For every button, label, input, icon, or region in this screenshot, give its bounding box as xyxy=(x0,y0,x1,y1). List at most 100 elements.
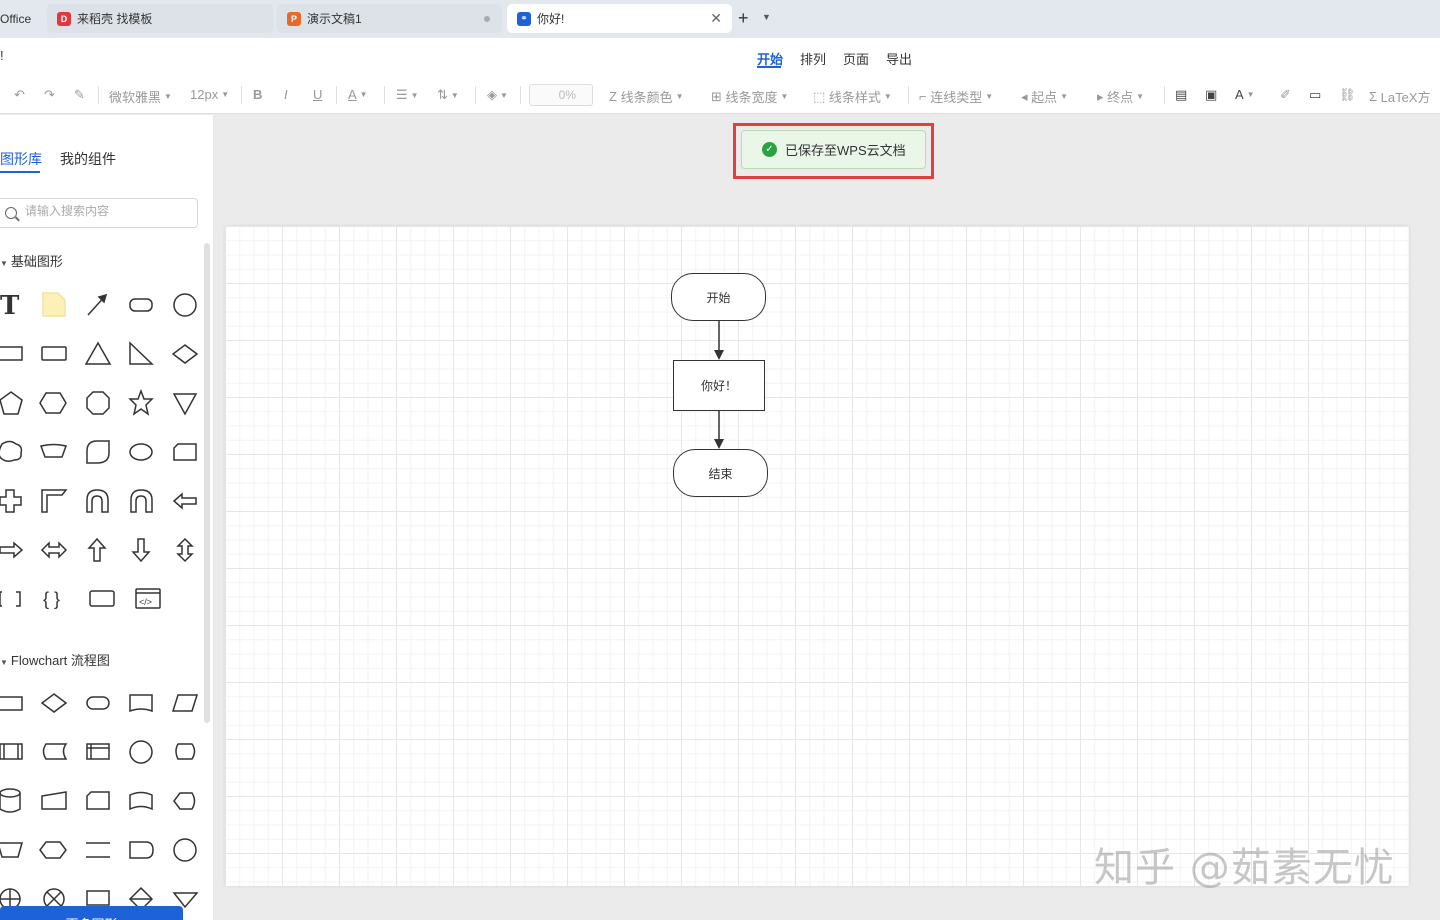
card-shape-icon[interactable] xyxy=(40,443,67,458)
code-block-shape-icon[interactable]: </> xyxy=(135,588,161,609)
rect-outline-shape-icon[interactable] xyxy=(89,590,115,607)
line-color-button[interactable]: Z 线条颜色 ▼ xyxy=(609,87,684,106)
tab-flowchart[interactable]: ⚭ 你好! ✕ xyxy=(507,4,732,33)
end-point-button[interactable]: ▸ 终点 ▼ xyxy=(1097,87,1144,106)
fc-process-icon[interactable] xyxy=(0,696,23,711)
fc-manual-operation-icon[interactable] xyxy=(0,842,23,858)
fc-tape-icon[interactable] xyxy=(129,791,153,811)
fc-off-page-icon[interactable] xyxy=(86,890,110,906)
fc-document-icon[interactable] xyxy=(129,694,153,713)
hexagon-shape-icon[interactable] xyxy=(39,392,67,414)
menu-page[interactable]: 页面 xyxy=(843,49,869,68)
fc-preparation-icon[interactable] xyxy=(39,841,67,859)
u-turn-shape-icon-2[interactable] xyxy=(130,489,153,513)
text-style-icon[interactable]: A ▼ xyxy=(1235,87,1255,102)
circle-shape-icon[interactable] xyxy=(173,293,197,317)
fc-database-icon[interactable] xyxy=(0,788,21,813)
line-style-button[interactable]: ⬚ 线条样式 ▼ xyxy=(813,87,892,106)
fc-manual-input-icon[interactable] xyxy=(41,791,67,810)
italic-icon[interactable]: I xyxy=(284,87,288,102)
tab-presentation[interactable]: P 演示文稿1 xyxy=(277,4,502,33)
fc-terminal-icon[interactable] xyxy=(86,696,110,710)
arrow-updown-shape-icon[interactable] xyxy=(176,537,194,563)
bold-icon[interactable]: B xyxy=(253,87,262,102)
cross-shape-icon[interactable] xyxy=(0,489,22,513)
menu-arrange[interactable]: 排列 xyxy=(800,49,826,68)
start-point-button[interactable]: ◂ 起点 ▼ xyxy=(1021,87,1068,106)
chevron-down-icon[interactable]: ▼ xyxy=(762,12,771,22)
font-color-button[interactable]: A ▼ xyxy=(348,87,368,102)
diamond-shape-icon[interactable] xyxy=(171,344,199,364)
flow-node-end[interactable]: 结束 xyxy=(673,449,768,497)
fill-color-icon[interactable]: ◈ ▼ xyxy=(487,87,508,103)
format-painter-icon[interactable]: ✎ xyxy=(74,87,85,103)
close-icon[interactable]: ✕ xyxy=(710,10,722,27)
star-shape-icon[interactable] xyxy=(128,388,154,416)
heptagon-shape-icon[interactable] xyxy=(86,391,110,415)
fc-internal-storage-icon[interactable] xyxy=(86,743,110,760)
connector-type-button[interactable]: ⌐ 连线类型 ▼ xyxy=(919,87,993,106)
fc-parallel-icon[interactable] xyxy=(86,842,110,858)
new-tab-icon[interactable]: + xyxy=(738,8,749,29)
menu-export[interactable]: 导出 xyxy=(886,49,912,68)
u-turn-shape-icon[interactable] xyxy=(86,489,109,513)
layout-icon[interactable]: ▤ xyxy=(1175,87,1187,103)
fc-connector-icon[interactable] xyxy=(129,740,153,764)
font-size-select[interactable]: 12px ▼ xyxy=(190,87,229,102)
link-icon[interactable]: ⛓ xyxy=(1339,87,1356,103)
fc-card-icon[interactable] xyxy=(86,791,110,810)
arrow-both-shape-icon[interactable] xyxy=(40,541,68,559)
right-triangle-shape-icon[interactable] xyxy=(129,341,154,365)
tab-office[interactable]: Office xyxy=(0,4,40,33)
font-family-select[interactable]: 微软雅黑 ▼ xyxy=(109,87,172,106)
funnel-shape-icon[interactable] xyxy=(172,393,198,416)
text-shape-icon[interactable]: T xyxy=(0,291,20,321)
arrow-right-shape-icon[interactable] xyxy=(0,541,24,559)
fc-decision-icon[interactable] xyxy=(40,693,68,713)
rounded-square-shape-icon[interactable] xyxy=(86,440,110,464)
diagram-canvas[interactable]: 开始 你好！ 结束 xyxy=(225,226,1409,886)
fc-display-icon[interactable] xyxy=(173,792,196,810)
bracket-shape-icon[interactable] xyxy=(0,591,21,607)
more-shapes-button[interactable]: 更多图形 xyxy=(0,906,183,920)
undo-icon[interactable]: ↶ xyxy=(14,87,25,103)
arrow-left-shape-icon[interactable] xyxy=(172,492,197,510)
fc-merge-icon[interactable] xyxy=(172,892,199,909)
fc-circle-icon[interactable] xyxy=(173,838,197,862)
align-icon[interactable]: ☰ ▼ xyxy=(396,87,419,103)
flow-node-process[interactable]: 你好！ xyxy=(673,360,765,411)
line-spacing-icon[interactable]: ⇅ ▼ xyxy=(437,87,459,103)
latex-button[interactable]: Σ LaTeX方 xyxy=(1369,87,1431,106)
opacity-input[interactable]: 0% xyxy=(529,84,593,106)
fc-stored-data-icon[interactable] xyxy=(42,743,68,760)
arrow-down-shape-icon[interactable] xyxy=(131,538,151,563)
rectangle-shape-icon[interactable] xyxy=(0,346,23,361)
comment-icon[interactable]: ▭ xyxy=(1309,87,1321,103)
redo-icon[interactable]: ↷ xyxy=(44,87,55,103)
brace-shape-icon[interactable]: { } xyxy=(43,589,60,609)
ellipse-shape-icon[interactable] xyxy=(129,443,153,461)
note-shape-icon[interactable] xyxy=(42,292,66,317)
image-icon[interactable]: ▣ xyxy=(1205,87,1217,103)
cloud-shape-icon[interactable] xyxy=(0,440,23,463)
tab-shape-icon[interactable] xyxy=(173,443,197,461)
fc-direct-data-icon[interactable] xyxy=(175,743,196,760)
pentagon-shape-icon[interactable] xyxy=(0,391,23,415)
flow-node-start[interactable]: 开始 xyxy=(671,273,766,321)
connector-arrow-1[interactable] xyxy=(714,321,724,360)
arrow-line-icon[interactable] xyxy=(87,293,108,316)
underline-icon[interactable]: U xyxy=(313,87,322,102)
sidebar-scrollbar[interactable] xyxy=(204,243,210,723)
tab-daoke[interactable]: D 来稻壳 找模板 xyxy=(47,4,273,33)
corner-shape-icon[interactable] xyxy=(41,489,68,513)
fc-predefined-icon[interactable] xyxy=(0,743,23,760)
section-flowchart[interactable]: ▼ Flowchart 流程图 xyxy=(0,650,110,669)
edit-icon[interactable]: ✐ xyxy=(1280,87,1291,103)
line-width-button[interactable]: ⊞ 线条宽度 ▼ xyxy=(711,87,788,106)
fc-data-icon[interactable] xyxy=(171,694,199,712)
connector-arrow-2[interactable] xyxy=(714,411,724,449)
arrow-up-shape-icon[interactable] xyxy=(87,537,107,562)
rect-shape-icon[interactable] xyxy=(41,346,67,361)
fc-delay-icon[interactable] xyxy=(129,841,154,859)
triangle-shape-icon[interactable] xyxy=(84,341,112,365)
